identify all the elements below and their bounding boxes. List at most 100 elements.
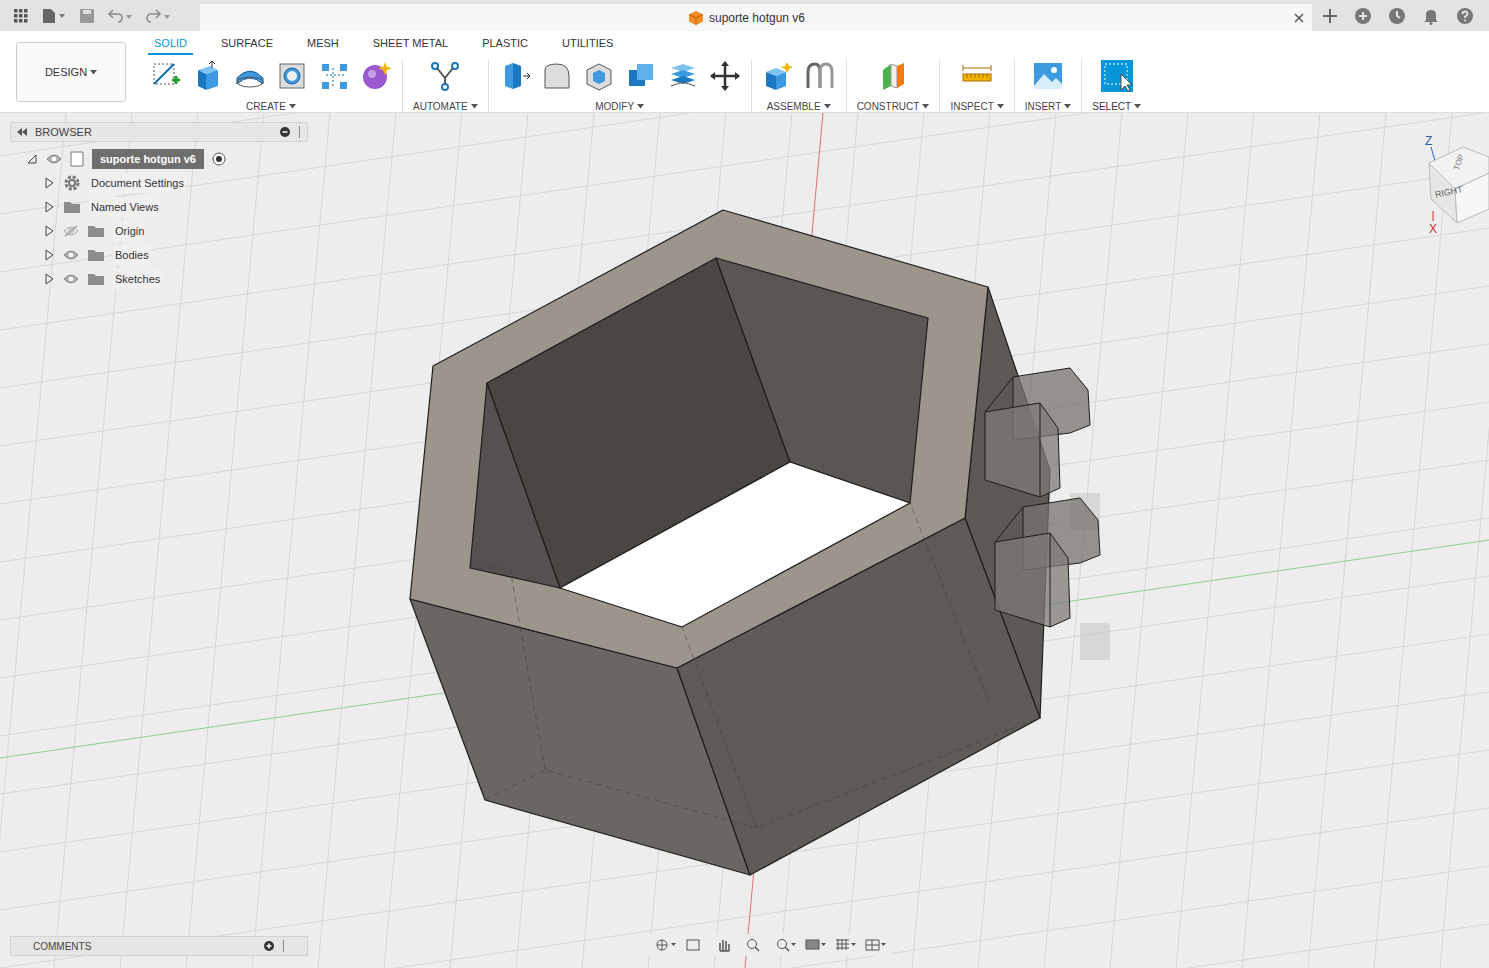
tool-group-label[interactable]: INSPECT xyxy=(950,99,1003,114)
browser-item[interactable]: Origin xyxy=(10,219,308,243)
ribbon-tab[interactable]: SURFACE xyxy=(215,35,279,56)
display-icon[interactable] xyxy=(804,937,826,953)
caret-icon xyxy=(997,104,1004,109)
view-cube[interactable]: ZTOPRIGHTX xyxy=(1419,133,1489,238)
sketch-icon[interactable] xyxy=(150,60,182,92)
grip-icon[interactable] xyxy=(298,126,301,138)
grid-icon[interactable] xyxy=(834,937,856,953)
ribbon-tab[interactable]: UTILITIES xyxy=(556,35,619,56)
extrude-icon[interactable] xyxy=(192,60,224,92)
browser-item-label[interactable]: Origin xyxy=(113,221,146,242)
minimize-icon[interactable] xyxy=(280,127,290,137)
job-status-icon[interactable] xyxy=(1388,7,1406,25)
expand-icon[interactable] xyxy=(43,273,55,285)
pan-icon[interactable] xyxy=(714,937,736,953)
plane-icon[interactable] xyxy=(877,60,909,92)
tool-group-label[interactable]: CREATE xyxy=(246,99,296,114)
ribbon-tab[interactable]: SOLID xyxy=(148,35,193,56)
form-icon[interactable] xyxy=(360,60,392,92)
help-icon[interactable] xyxy=(1456,7,1474,25)
expand-icon[interactable] xyxy=(43,249,55,261)
app-grid-icon[interactable] xyxy=(14,9,28,23)
collapse-icon[interactable] xyxy=(26,153,38,165)
title-bar: suporte hotgun v6 xyxy=(0,0,1489,31)
hole-icon[interactable] xyxy=(276,60,308,92)
automate-icon[interactable] xyxy=(429,60,461,92)
split-icon[interactable] xyxy=(667,60,699,92)
caret-icon xyxy=(637,104,644,109)
collapse-panel-icon[interactable] xyxy=(17,128,27,136)
look-at-icon[interactable] xyxy=(684,937,706,953)
eye-icon[interactable] xyxy=(63,273,79,285)
move-icon[interactable] xyxy=(709,60,741,92)
tool-group-label[interactable]: INSERT xyxy=(1025,99,1072,114)
orbit-icon[interactable] xyxy=(654,937,676,953)
browser-item[interactable]: Document Settings xyxy=(10,171,308,195)
pattern-icon[interactable] xyxy=(318,60,350,92)
gear-icon xyxy=(63,174,81,192)
image-icon[interactable] xyxy=(1032,60,1064,92)
tool-group-label[interactable]: MODIFY xyxy=(595,99,644,114)
browser-item[interactable]: Named Views xyxy=(10,195,308,219)
browser-root-row[interactable]: suporte hotgun v6 xyxy=(10,147,308,171)
eye-icon[interactable] xyxy=(46,153,62,165)
zoom-icon[interactable] xyxy=(744,937,766,953)
expand-icon[interactable] xyxy=(43,225,55,237)
caret-icon xyxy=(1064,104,1071,109)
tool-group-label[interactable]: AUTOMATE xyxy=(413,99,478,114)
viewport-canvas[interactable] xyxy=(0,113,1489,968)
right-face-label: RIGHT xyxy=(1434,184,1464,200)
component-icon[interactable] xyxy=(762,60,794,92)
browser-item[interactable]: Bodies xyxy=(10,243,308,267)
save-icon[interactable] xyxy=(80,9,94,23)
navigation-bar xyxy=(648,934,892,956)
expand-icon[interactable] xyxy=(43,177,55,189)
viewports-icon[interactable] xyxy=(864,937,886,953)
redo-icon[interactable] xyxy=(146,9,170,23)
close-tab-icon[interactable] xyxy=(1294,13,1304,23)
extensions-icon[interactable] xyxy=(1354,7,1372,25)
add-comment-icon[interactable] xyxy=(264,941,274,951)
shell-icon[interactable] xyxy=(583,60,615,92)
browser-item-label[interactable]: Document Settings xyxy=(89,173,186,194)
document-tab[interactable]: suporte hotgun v6 xyxy=(200,4,1312,31)
combine-icon[interactable] xyxy=(625,60,657,92)
caret-icon xyxy=(289,104,296,109)
browser-item[interactable]: Sketches xyxy=(10,267,308,291)
eye-hidden-icon[interactable] xyxy=(63,225,79,237)
new-tab-icon[interactable] xyxy=(1322,8,1338,24)
select-icon[interactable] xyxy=(1101,60,1133,92)
grid xyxy=(0,113,1489,968)
document-title: suporte hotgun v6 xyxy=(709,9,805,27)
measure-icon[interactable] xyxy=(961,60,993,92)
activate-icon[interactable] xyxy=(212,152,226,166)
ribbon-tab[interactable]: PLASTIC xyxy=(476,35,534,56)
caret-icon xyxy=(1134,104,1141,109)
undo-icon[interactable] xyxy=(108,9,132,23)
fillet-icon[interactable] xyxy=(541,60,573,92)
root-label[interactable]: suporte hotgun v6 xyxy=(92,149,204,170)
browser-item-label[interactable]: Bodies xyxy=(113,245,151,266)
notifications-icon[interactable] xyxy=(1422,7,1440,25)
expand-icon[interactable] xyxy=(43,201,55,213)
tool-group-label[interactable]: ASSEMBLE xyxy=(767,99,831,114)
fit-icon[interactable] xyxy=(774,937,796,953)
browser-item-label[interactable]: Named Views xyxy=(89,197,161,218)
hex-nubs[interactable] xyxy=(985,368,1110,660)
ribbon-tab[interactable]: SHEET METAL xyxy=(367,35,454,56)
browser-panel: BROWSERsuporte hotgun v6Document Setting… xyxy=(10,122,308,291)
browser-item-label[interactable]: Sketches xyxy=(113,269,162,290)
joint-icon[interactable] xyxy=(804,60,836,92)
eye-icon[interactable] xyxy=(63,249,79,261)
caret-icon xyxy=(922,104,929,109)
hex-body[interactable] xyxy=(410,210,1050,875)
file-icon[interactable] xyxy=(42,9,66,23)
workspace-switcher[interactable]: DESIGN xyxy=(16,42,126,102)
tool-group-label[interactable]: SELECT xyxy=(1092,99,1141,114)
presspull-icon[interactable] xyxy=(499,60,531,92)
revolve-icon[interactable] xyxy=(234,60,266,92)
tool-group-label[interactable]: CONSTRUCT xyxy=(857,99,930,114)
grip-icon[interactable] xyxy=(282,940,285,952)
tool-group: SELECT xyxy=(1082,59,1151,114)
ribbon-tab[interactable]: MESH xyxy=(301,35,345,56)
